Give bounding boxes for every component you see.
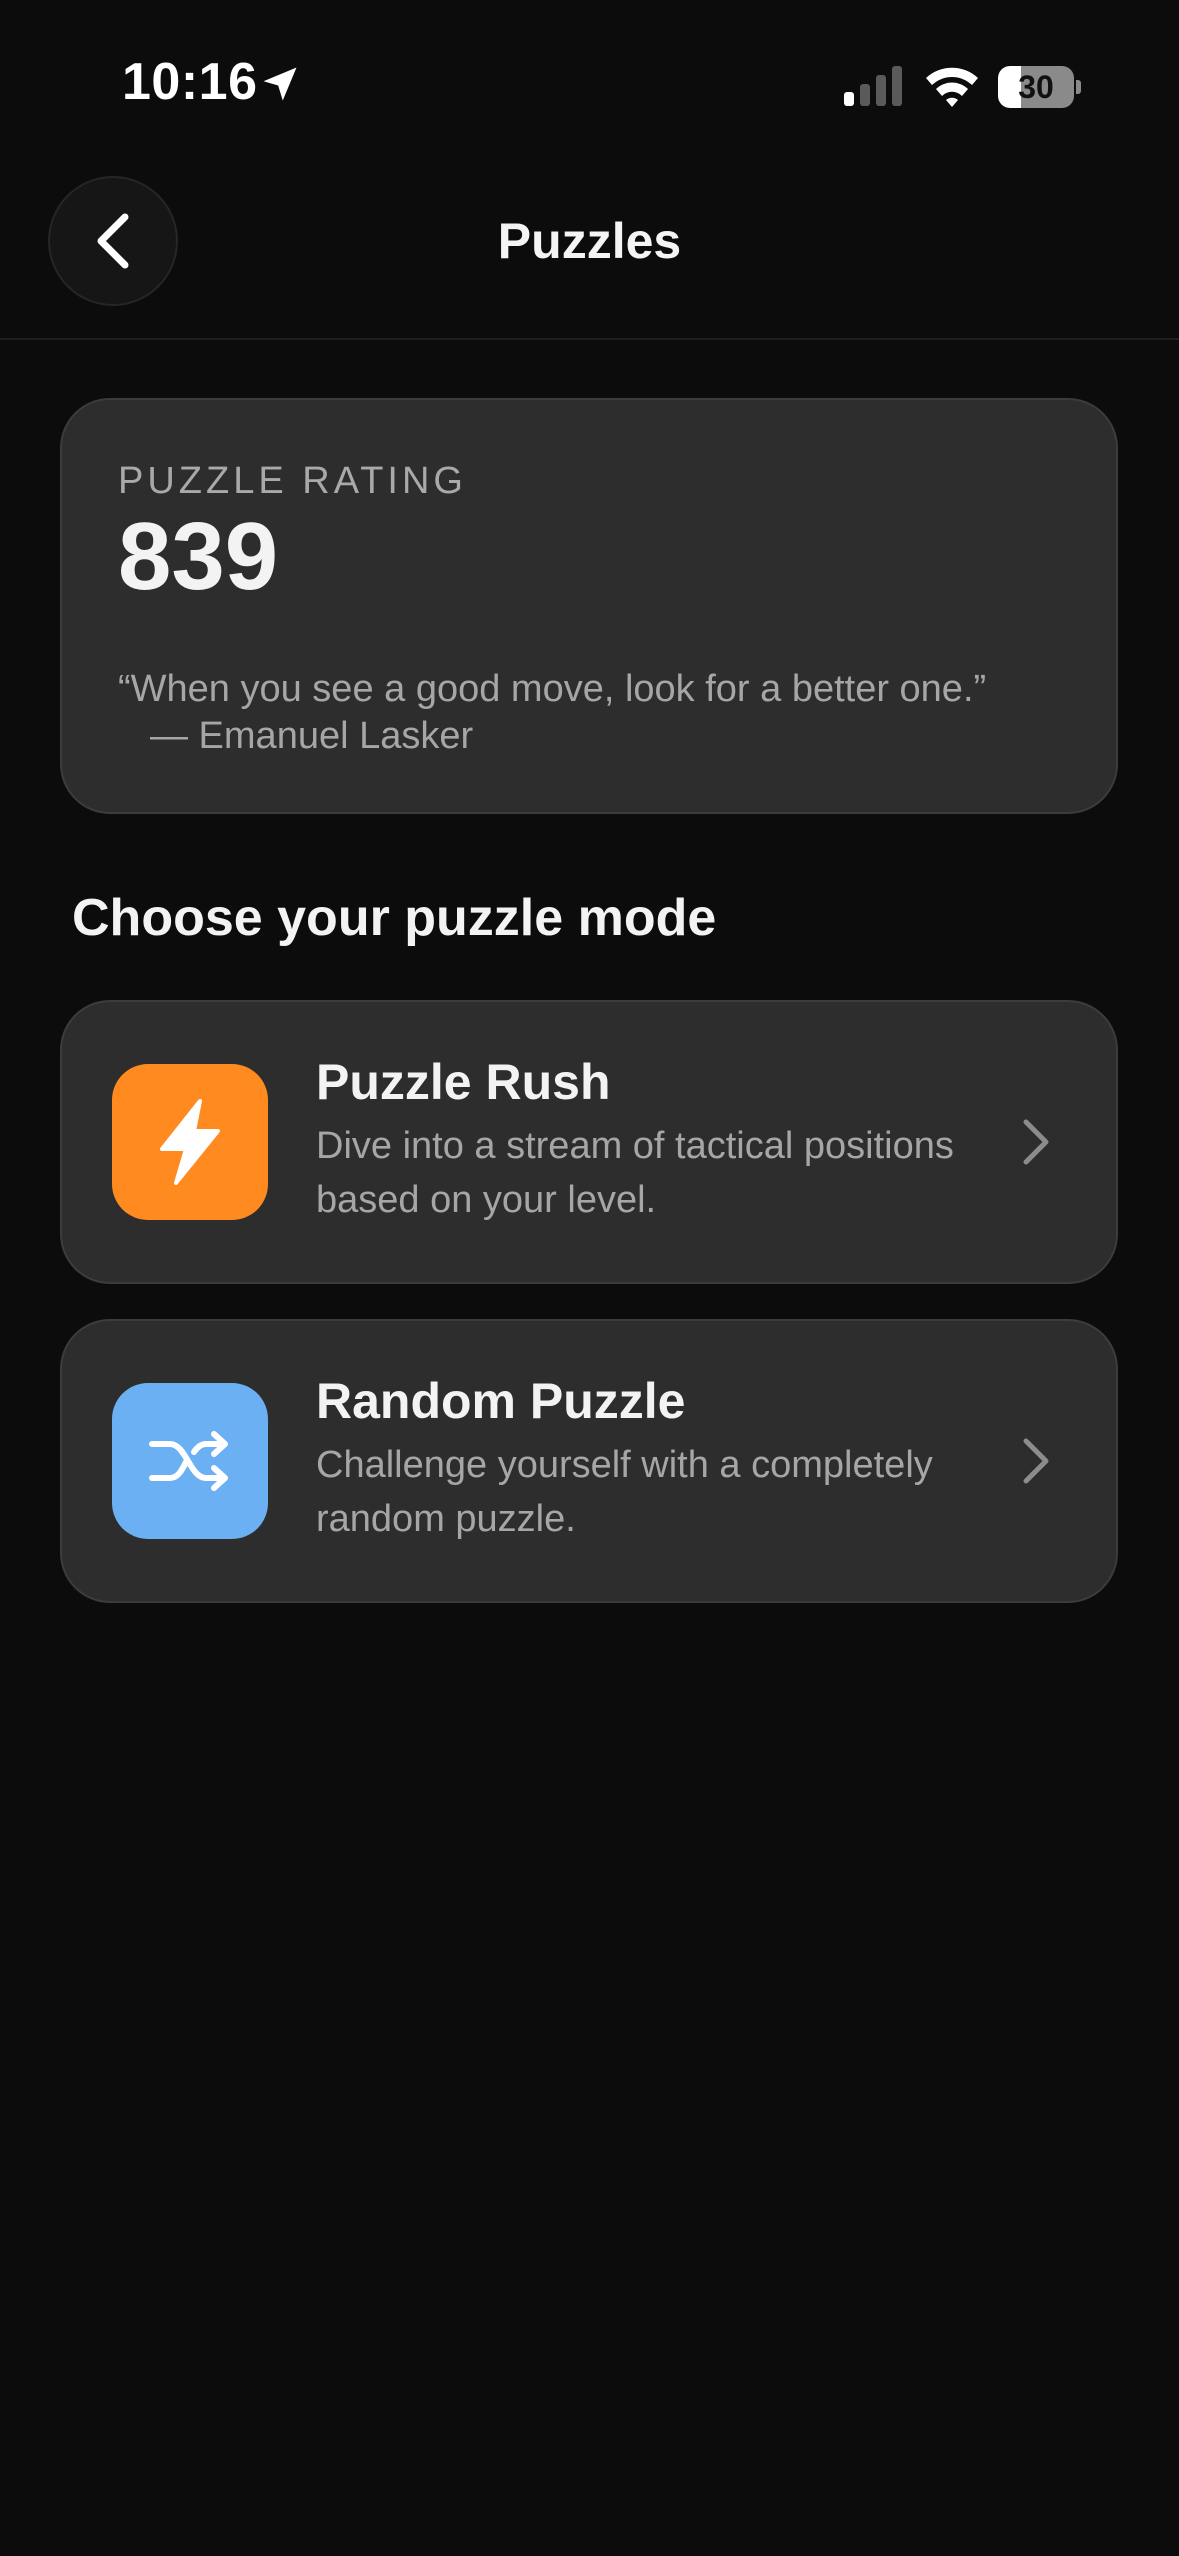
page-title: Puzzles [497,213,682,269]
status-bar: 10:16 30 [0,0,1179,160]
battery-cap [1076,80,1081,94]
random-puzzle-icon-tile [112,1383,268,1539]
chevron-right-icon [1023,1438,1049,1484]
chevron-right-icon [1023,1119,1049,1165]
battery-indicator: 30 [998,66,1081,108]
location-arrow-icon [263,67,297,101]
section-title: Choose your puzzle mode [72,889,717,947]
puzzle-rush-card[interactable]: Puzzle Rush Dive into a stream of tactic… [60,1000,1118,1284]
rating-quote-author: — Emanuel Lasker [150,715,474,758]
rating-value: 839 [118,503,279,610]
navigation-bar: Puzzles [0,160,1179,340]
battery-body: 30 [998,66,1074,108]
lightning-icon [160,1099,220,1185]
wifi-icon [926,67,978,107]
rating-quote: “When you see a good move, look for a be… [118,667,987,710]
battery-level-text: 30 [1018,69,1054,105]
puzzle-rush-text: Puzzle Rush Dive into a stream of tactic… [316,1052,996,1228]
random-puzzle-card[interactable]: Random Puzzle Challenge yourself with a … [60,1319,1118,1603]
rating-label: PUZZLE RATING [118,460,467,502]
random-puzzle-text: Random Puzzle Challenge yourself with a … [316,1371,996,1547]
cellular-signal-icon [844,66,902,106]
mode-title: Random Puzzle [316,1373,686,1429]
shuffle-icon [149,1431,228,1491]
puzzle-rush-icon-tile [112,1064,268,1220]
mode-title: Puzzle Rush [316,1054,611,1110]
mode-description: Challenge yourself with a completely ran… [316,1444,933,1540]
puzzle-rating-card: PUZZLE RATING 839 “When you see a good m… [60,398,1118,814]
mode-description: Dive into a stream of tactical positions… [316,1125,954,1221]
status-time: 10:16 [122,53,258,111]
